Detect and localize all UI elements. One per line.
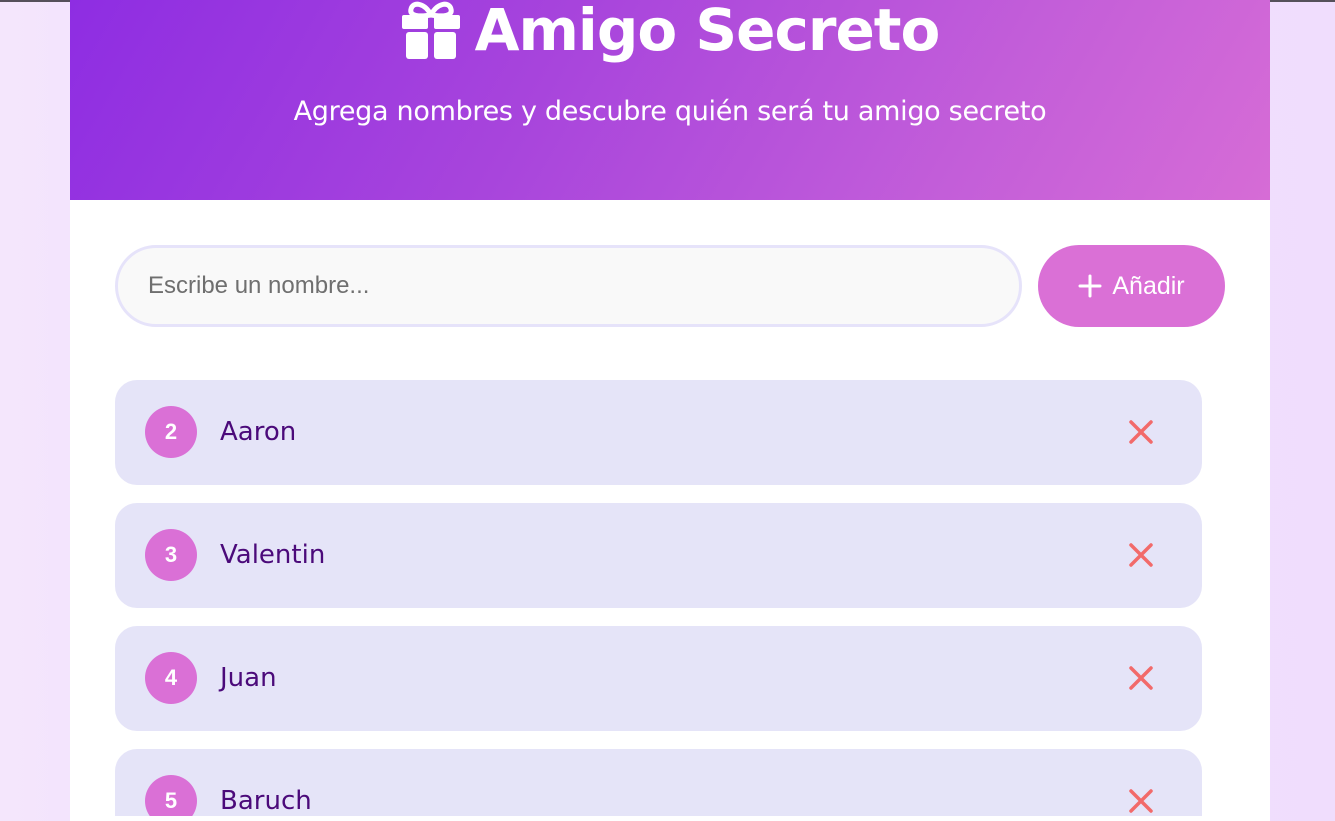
item-name: Juan: [220, 663, 277, 693]
item-number-badge: 4: [145, 652, 197, 704]
title-row: Amigo Secreto: [70, 0, 1270, 64]
remove-icon[interactable]: [1127, 541, 1155, 569]
list-item: 5 Baruch: [115, 749, 1202, 816]
item-name: Baruch: [220, 786, 312, 816]
list-item: 4 Juan: [115, 626, 1202, 731]
item-number-badge: 3: [145, 529, 197, 581]
page-subtitle: Agrega nombres y descubre quién será tu …: [293, 96, 1047, 127]
page-title: Amigo Secreto: [474, 0, 941, 64]
add-button-label: Añadir: [1112, 271, 1185, 300]
list-item: 2 Aaron: [115, 380, 1202, 485]
item-number-badge: 5: [145, 775, 197, 816]
header: Amigo Secreto Agrega nombres y descubre …: [70, 0, 1270, 200]
input-row: Añadir: [115, 245, 1225, 327]
list-item: 3 Valentin: [115, 503, 1202, 608]
app-card: Amigo Secreto Agrega nombres y descubre …: [70, 0, 1270, 821]
remove-icon[interactable]: [1127, 787, 1155, 815]
name-input[interactable]: [115, 245, 1022, 327]
remove-icon[interactable]: [1127, 664, 1155, 692]
item-number-badge: 2: [145, 406, 197, 458]
gift-icon: [401, 1, 460, 59]
remove-icon[interactable]: [1127, 418, 1155, 446]
plus-icon: [1078, 274, 1102, 298]
item-name: Valentin: [220, 540, 326, 570]
friends-list-container: 2 Aaron 3 Valentin 4 Juan 5 Baruch: [115, 367, 1225, 816]
item-name: Aaron: [220, 417, 297, 447]
add-button[interactable]: Añadir: [1038, 245, 1225, 327]
